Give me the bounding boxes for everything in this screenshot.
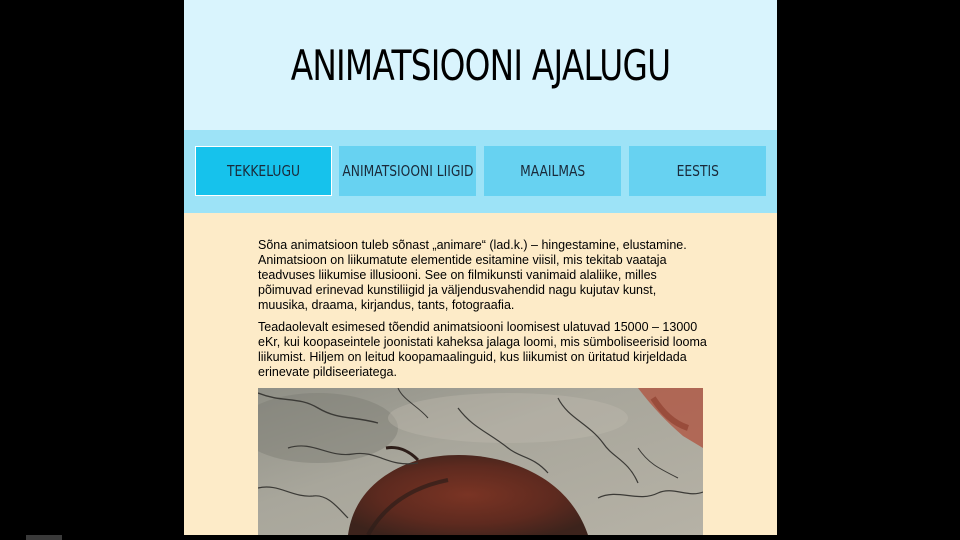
nav-item-label: ANIMATSIOONI LIIGID [341,162,474,180]
nav-item-label: MAAILMAS [519,162,586,180]
nav-item-label: TEKKELUGU [227,162,300,180]
cave-painting-image [258,388,703,535]
nav-item-tekkelugu[interactable]: TEKKELUGU [195,146,332,196]
nav-item-eestis[interactable]: EESTIS [629,146,766,196]
history-paragraph: Teadaolevalt esimesed tõendid animatsioo… [258,320,707,379]
nav-item-label: EESTIS [676,162,719,180]
page-container: ANIMATSIOONI AJALUGU TEKKELUGU ANIMATSIO… [184,0,777,535]
nav-item-maailmas[interactable]: MAAILMAS [484,146,621,196]
main-content: Sõna animatsioon tuleb sõnast „animare“ … [258,238,708,387]
intro-paragraph: Sõna animatsioon tuleb sõnast „animare“ … [258,238,687,312]
nav-item-animatsiooni-liigid[interactable]: ANIMATSIOONI LIIGID [339,146,476,196]
main-nav: TEKKELUGU ANIMATSIOONI LIIGID MAAILMAS E… [184,130,777,213]
site-title: ANIMATSIOONI AJALUGU [290,41,671,90]
site-header: ANIMATSIOONI AJALUGU [184,0,777,130]
bottom-tab [26,535,62,540]
